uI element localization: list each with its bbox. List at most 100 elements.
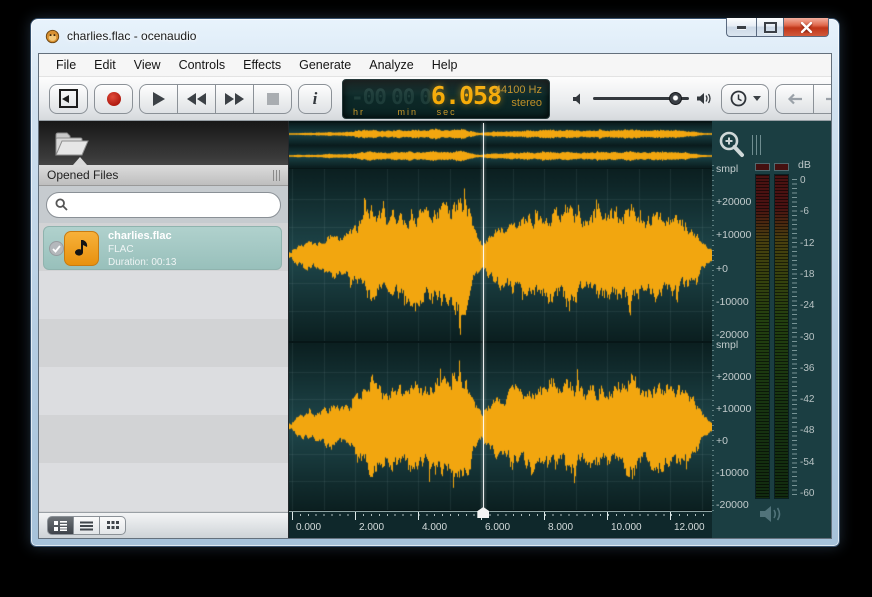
waveform-channel-left[interactable]: [289, 169, 712, 341]
db-scale-label: 0: [800, 175, 806, 186]
sample-scale-label: +20000: [716, 371, 752, 383]
info-icon: i: [313, 89, 318, 109]
sample-scale-label: -10000: [716, 296, 752, 308]
file-format: FLAC: [108, 243, 281, 256]
menu-item-controls[interactable]: Controls: [170, 56, 235, 74]
stop-icon: [267, 93, 279, 105]
menu-item-edit[interactable]: Edit: [85, 56, 125, 74]
db-scale-label: -54: [800, 457, 814, 468]
db-scale-label: -24: [800, 300, 814, 311]
play-button[interactable]: [139, 84, 178, 114]
speaker-low-icon: [572, 92, 586, 106]
search-box[interactable]: [46, 192, 281, 218]
db-scale-label: -30: [800, 332, 814, 343]
time-format-button[interactable]: [721, 84, 769, 114]
waveform-editor: 0.0002.0004.0006.0008.00010.00012.000 sm…: [289, 121, 831, 538]
fast-forward-icon: [225, 93, 244, 105]
timeline-label: 2.000: [359, 522, 384, 533]
timeline-label: 0.000: [296, 522, 321, 533]
redo-forward-button[interactable]: [813, 84, 832, 114]
sample-scale-label: +10000: [716, 229, 752, 241]
timeline-major-tick: [418, 512, 419, 520]
search-input[interactable]: [74, 197, 272, 213]
current-time: 6.058: [431, 81, 501, 110]
db-scale-label: -42: [800, 394, 814, 405]
timeline-major-tick: [607, 512, 608, 520]
app-icon: [45, 29, 60, 44]
db-scale-label: -48: [800, 425, 814, 436]
sample-scale-label: smpl: [716, 339, 752, 351]
app-window: charlies.flac - ocenaudio FileEditViewCo…: [30, 18, 840, 547]
db-scale-ticks: [792, 179, 797, 497]
volume-slider[interactable]: [593, 97, 689, 100]
meter-drag-handle[interactable]: [752, 135, 761, 155]
menu-item-help[interactable]: Help: [423, 56, 467, 74]
maximize-button[interactable]: [756, 18, 784, 37]
sample-scale-label: smpl: [716, 163, 752, 175]
client-area: FileEditViewControlsEffectsGenerateAnaly…: [38, 53, 832, 539]
sidebar-toggle-button[interactable]: [49, 84, 88, 114]
close-icon: [800, 22, 813, 33]
menu-item-generate[interactable]: Generate: [290, 56, 360, 74]
timeline-major-tick: [292, 512, 293, 520]
sidebar-toggle-icon: [59, 89, 78, 108]
list-view-toolbar: [39, 512, 288, 538]
menu-bar: FileEditViewControlsEffectsGenerateAnaly…: [39, 54, 831, 77]
view-list-button[interactable]: [73, 516, 100, 535]
stop-button[interactable]: [253, 84, 292, 114]
file-item-charlies-flac[interactable]: charlies.flac FLAC Duration: 00:13: [43, 226, 282, 270]
info-button[interactable]: i: [298, 84, 332, 114]
timeline-label: 8.000: [548, 522, 573, 533]
rewind-icon: [187, 93, 206, 105]
file-list[interactable]: charlies.flac FLAC Duration: 00:13: [39, 223, 288, 512]
timeline-major-tick: [670, 512, 671, 520]
record-button[interactable]: [94, 84, 133, 114]
sidebar: Opened Files: [39, 121, 289, 538]
timeline-ruler[interactable]: 0.0002.0004.0006.0008.00010.00012.000: [289, 511, 712, 538]
sample-scale-left: smpl+20000+10000+0-10000-20000: [716, 163, 752, 341]
waveform-column: 0.0002.0004.0006.0008.00010.00012.000: [289, 121, 712, 538]
chevron-down-icon: [753, 96, 761, 101]
timeline-label: 6.000: [485, 522, 510, 533]
close-button[interactable]: [784, 18, 829, 37]
sample-scale-ticks: [712, 165, 714, 513]
sidebar-tab-strip[interactable]: [39, 121, 288, 165]
play-icon: [153, 92, 165, 106]
menu-item-effects[interactable]: Effects: [234, 56, 290, 74]
timeline-label: 10.000: [611, 522, 642, 533]
timeline-major-tick: [544, 512, 545, 520]
timeline-label: 4.000: [422, 522, 447, 533]
monitor-speaker-icon[interactable]: [758, 503, 784, 525]
waveform-channel-right[interactable]: [289, 343, 712, 510]
db-scale-label: -60: [800, 488, 814, 499]
db-scale-title: dB: [798, 159, 811, 171]
db-scale-label: -18: [800, 269, 814, 280]
time-display[interactable]: -00 00 0 6.058 hr min sec 44100 Hz stere…: [342, 79, 550, 119]
menu-item-file[interactable]: File: [47, 56, 85, 74]
volume-knob[interactable]: [669, 92, 682, 105]
format-readout: 44100 Hz stereo: [495, 84, 542, 110]
speaker-high-icon: [696, 91, 713, 106]
sample-scale-label: -20000: [716, 499, 752, 511]
clip-indicator-right: [774, 163, 789, 171]
view-details-button[interactable]: [47, 516, 74, 535]
list-view-icon: [80, 521, 93, 531]
menu-item-view[interactable]: View: [125, 56, 170, 74]
titlebar[interactable]: charlies.flac - ocenaudio: [31, 19, 839, 53]
undo-back-button[interactable]: [775, 84, 814, 114]
sample-scale-right: smpl+20000+10000+0-10000-20000: [716, 339, 752, 511]
sample-scale-label: +10000: [716, 403, 752, 415]
rewind-button[interactable]: [177, 84, 216, 114]
view-grid-button[interactable]: [99, 516, 126, 535]
minimize-button[interactable]: [726, 18, 756, 37]
waveform-overview[interactable]: [289, 123, 712, 168]
menu-item-analyze[interactable]: Analyze: [360, 56, 422, 74]
time-unit-labels: hr min sec: [353, 107, 471, 117]
playhead-line: [483, 123, 484, 512]
volume-control: [572, 91, 713, 106]
panel-drag-handle[interactable]: [273, 170, 280, 181]
zoom-in-button[interactable]: [717, 130, 747, 160]
maximize-icon: [764, 22, 777, 33]
sample-scale-label: +0: [716, 435, 752, 447]
fast-forward-button[interactable]: [215, 84, 254, 114]
